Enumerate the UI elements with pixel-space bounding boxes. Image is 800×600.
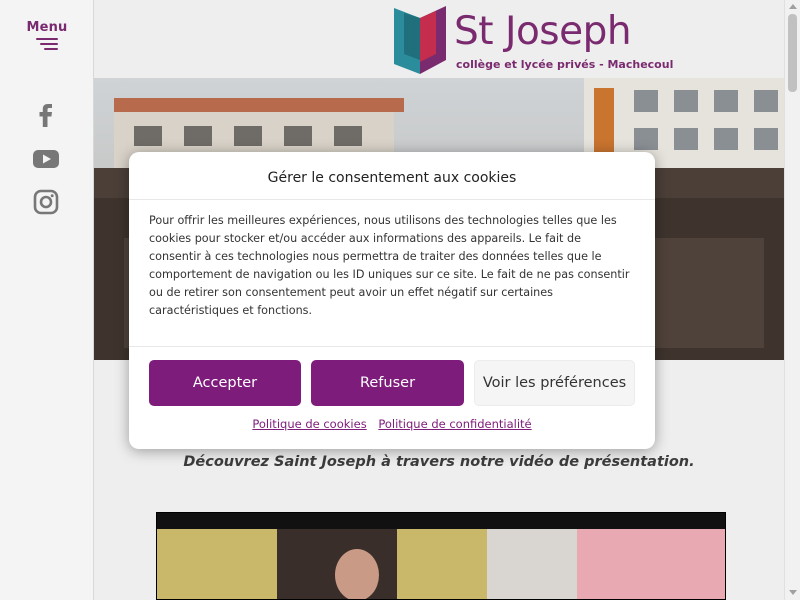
modal-divider [129, 199, 655, 200]
youtube-icon [33, 150, 59, 168]
school-logo[interactable]: St Joseph collège et lycée privés - Mach… [390, 4, 690, 76]
hamburger-icon [36, 38, 58, 50]
page-scrollbar[interactable] [784, 0, 800, 600]
sidebar: Menu [0, 0, 94, 600]
scroll-down-icon[interactable] [789, 590, 797, 595]
cookie-consent-modal: Gérer le consentement aux cookies Pour o… [129, 152, 655, 449]
book-logo-icon [394, 6, 446, 74]
facebook-icon [39, 104, 52, 127]
youtube-link[interactable] [30, 145, 62, 173]
cookie-policy-link[interactable]: Politique de cookies [252, 417, 366, 431]
scroll-up-icon[interactable] [789, 4, 797, 9]
modal-divider [129, 346, 655, 347]
logo-subtitle: collège et lycée privés - Machecoul [456, 58, 674, 71]
accept-button[interactable]: Accepter [149, 360, 301, 406]
site-header: St Joseph collège et lycée privés - Mach… [94, 0, 784, 78]
scroll-thumb[interactable] [788, 14, 797, 92]
logo-name: St Joseph [454, 9, 632, 54]
instagram-icon [33, 189, 59, 215]
presentation-video[interactable] [156, 512, 726, 600]
facebook-link[interactable] [30, 100, 62, 128]
instagram-link[interactable] [30, 189, 62, 217]
modal-title: Gérer le consentement aux cookies [267, 170, 517, 186]
modal-body-text: Pour offrir les meilleures expériences, … [149, 214, 630, 317]
video-intro-text: Découvrez Saint Joseph à travers notre v… [183, 454, 695, 470]
refuse-button[interactable]: Refuser [311, 360, 464, 406]
menu-button[interactable]: Menu [22, 20, 72, 54]
view-preferences-button[interactable]: Voir les préférences [474, 360, 635, 406]
policy-links: Politique de cookies Politique de confid… [129, 417, 655, 431]
menu-label: Menu [26, 20, 68, 35]
privacy-policy-link[interactable]: Politique de confidentialité [378, 417, 531, 431]
